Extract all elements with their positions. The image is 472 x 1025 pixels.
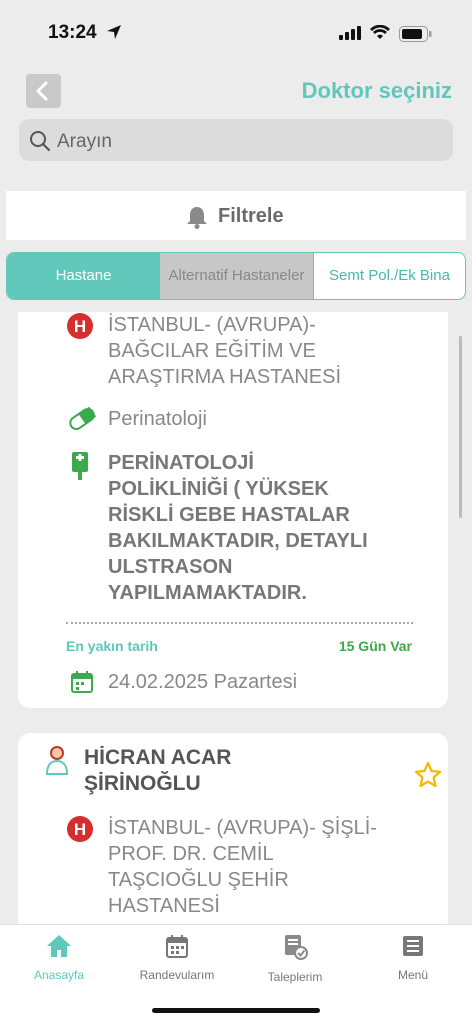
signal-icon bbox=[339, 26, 361, 40]
hospital-name: İSTANBUL- (AVRUPA)- ŞİŞLİ- PROF. DR. CEM… bbox=[108, 817, 377, 917]
star-icon[interactable] bbox=[414, 761, 442, 789]
home-indicator bbox=[152, 1008, 320, 1013]
appointment-date: 24.02.2025 Pazartesi bbox=[108, 671, 298, 693]
hospital-name: İSTANBUL- (AVRUPA)- BAĞCILAR EĞİTİM VE A… bbox=[108, 314, 342, 388]
requests-icon bbox=[285, 935, 308, 960]
battery-icon bbox=[399, 26, 432, 42]
search-input[interactable]: Arayın bbox=[19, 119, 453, 161]
doctor-card[interactable]: H İSTANBUL- (AVRUPA)- BAĞCILAR EĞİTİM VE… bbox=[18, 312, 448, 708]
divider bbox=[66, 622, 413, 624]
calendar-icon bbox=[71, 671, 93, 693]
svg-text:H: H bbox=[74, 820, 86, 839]
bell-icon bbox=[187, 207, 207, 229]
filter-button[interactable]: Filtrele bbox=[6, 191, 466, 240]
nav-anasayfa[interactable]: Anasayfa bbox=[0, 933, 118, 982]
status-bar: 13:24 bbox=[0, 0, 472, 64]
scrollbar[interactable] bbox=[459, 336, 462, 518]
nav-randevularim[interactable]: Randevularım bbox=[118, 933, 236, 982]
calendar-icon bbox=[166, 935, 188, 958]
home-icon bbox=[47, 935, 71, 957]
tab-alternatif-hastaneler[interactable]: Alternatif Hastaneler bbox=[160, 253, 313, 299]
clinic-icon bbox=[72, 452, 88, 480]
days-remaining-badge: 15 Gün Var bbox=[338, 638, 412, 654]
page-title: Doktor seçiniz bbox=[301, 78, 452, 103]
back-button[interactable] bbox=[26, 74, 61, 108]
search-icon bbox=[30, 131, 51, 152]
tab-semt-pol[interactable]: Semt Pol./Ek Bina bbox=[313, 253, 465, 299]
nearest-date-label: En yakın tarih bbox=[66, 638, 158, 654]
doctor-avatar-icon bbox=[46, 746, 68, 775]
tab-hastane[interactable]: Hastane bbox=[7, 253, 160, 299]
filter-label: Filtrele bbox=[218, 205, 284, 227]
svg-text:H: H bbox=[74, 317, 86, 336]
department-name: Perinatoloji bbox=[108, 408, 207, 430]
nav-taleplerim[interactable]: Taleplerim bbox=[236, 933, 354, 984]
doctor-name: HİCRAN ACAR ŞİRİNOĞLU bbox=[84, 746, 232, 795]
menu-icon bbox=[403, 936, 423, 956]
chevron-left-icon bbox=[36, 81, 48, 101]
status-time: 13:24 bbox=[48, 22, 97, 43]
segment-tabs: Hastane Alternatif Hastaneler Semt Pol./… bbox=[6, 252, 466, 300]
nav-menu[interactable]: Menü bbox=[354, 933, 472, 982]
doctor-card[interactable]: HİCRAN ACAR ŞİRİNOĞLU H İSTANBUL- (AVRUP… bbox=[18, 733, 448, 933]
search-placeholder: Arayın bbox=[57, 131, 112, 152]
wifi-icon bbox=[370, 25, 390, 39]
pill-icon bbox=[69, 407, 96, 431]
hospital-icon: H bbox=[67, 816, 93, 842]
location-arrow-icon bbox=[107, 25, 121, 39]
clinic-name: PERİNATOLOJİ POLİKLİNİĞİ ( YÜKSEK RİSKLİ… bbox=[108, 452, 368, 604]
hospital-icon: H bbox=[67, 313, 93, 339]
